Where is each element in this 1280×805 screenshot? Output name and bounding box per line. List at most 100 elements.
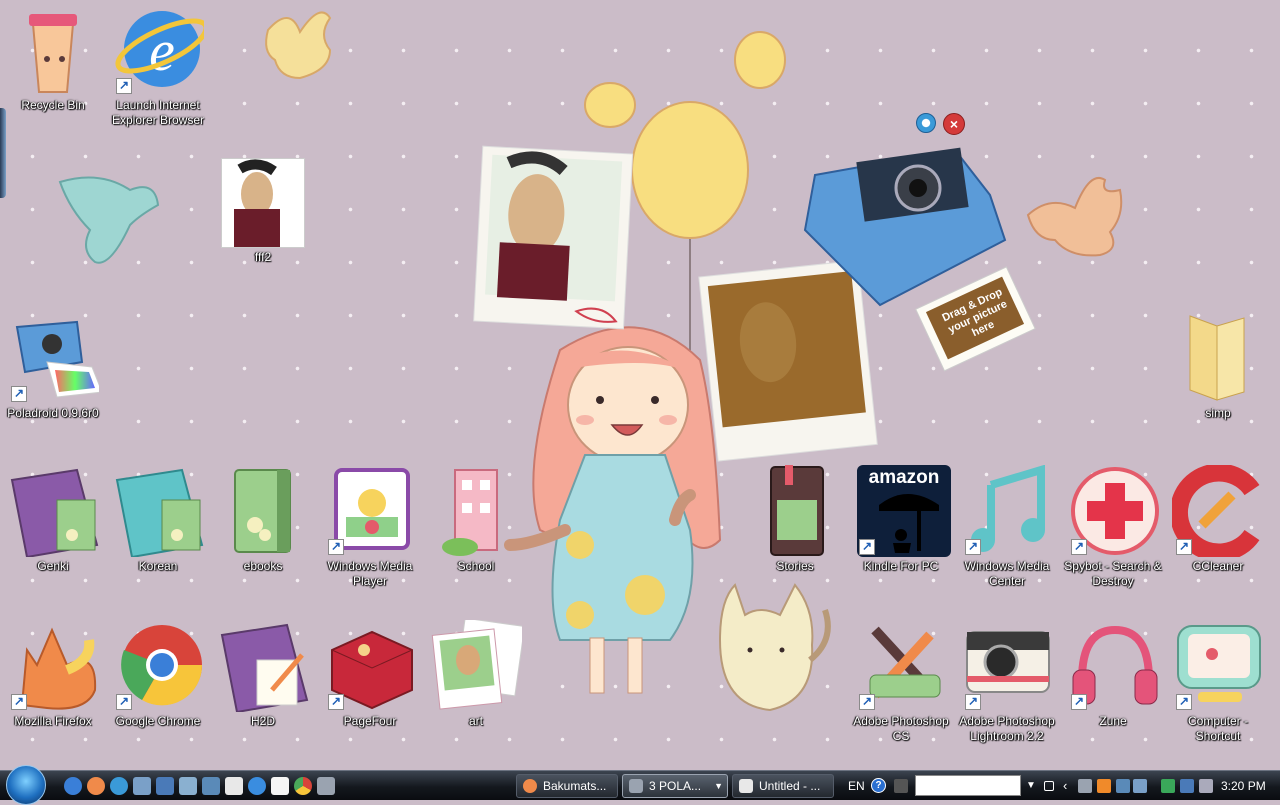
balloon-top-art bbox=[734, 31, 786, 89]
notepad-task-icon bbox=[739, 779, 753, 793]
desktop-icon-poladroid[interactable]: ↗ Poladroid 0.9.6r0 bbox=[3, 312, 103, 421]
task-button-untitled[interactable]: Untitled - ... bbox=[732, 774, 834, 798]
recycle-bin-icon bbox=[7, 4, 99, 96]
tray-orange-icon[interactable] bbox=[1097, 779, 1111, 793]
internet-explorer-icon: e ↗ bbox=[112, 4, 209, 96]
internet-explorer-quicklaunch-icon[interactable] bbox=[110, 777, 128, 795]
switch-windows-icon[interactable] bbox=[133, 777, 151, 795]
poladroid-camera-icon: ↗ bbox=[7, 312, 103, 404]
music-note-icon: ↗ bbox=[961, 464, 1053, 557]
peach-bird-art bbox=[1026, 177, 1123, 257]
spybot-label: Spybot - Search & Destroy bbox=[1064, 559, 1162, 588]
shortcut-arrow-icon: ↗ bbox=[1176, 694, 1192, 710]
window-quicklaunch-icon[interactable] bbox=[179, 777, 197, 795]
zune-label: Zune bbox=[1099, 714, 1127, 728]
desktop-icon-school[interactable]: School bbox=[426, 465, 526, 574]
genki-label: Genki bbox=[37, 559, 69, 573]
desktop-icon-firefox[interactable]: ↗ Mozilla Firefox bbox=[3, 620, 103, 729]
book-icon bbox=[749, 465, 841, 557]
desktop-icon-recycle-bin[interactable]: Recycle Bin bbox=[3, 4, 103, 113]
desktop-icon-genki[interactable]: Genki bbox=[3, 465, 103, 574]
desktop-icon-ccleaner[interactable]: ↗ CCleaner bbox=[1168, 463, 1268, 574]
h2d-label: H2D bbox=[250, 714, 275, 728]
desktop-icon-chrome[interactable]: ↗ Google Chrome bbox=[108, 620, 208, 729]
desktop-icon-simp[interactable]: simp bbox=[1168, 312, 1268, 421]
desktop-icon-h2d[interactable]: H2D bbox=[213, 620, 313, 729]
ie-small-quicklaunch-icon[interactable] bbox=[248, 777, 266, 795]
task-button-bakumatsu[interactable]: Bakumats... bbox=[516, 774, 618, 798]
tray-monitor-icon[interactable] bbox=[1133, 779, 1147, 793]
sidebar-edge-tab[interactable] bbox=[0, 108, 6, 198]
gadget-settings-button[interactable] bbox=[916, 113, 936, 133]
desktop-icon-spybot[interactable]: ↗ Spybot - Search & Destroy bbox=[1063, 465, 1163, 589]
internet-explorer-label: Launch Internet Explorer Browser bbox=[111, 98, 205, 127]
desktop-icon-windows-media-center[interactable]: ↗ Windows Media Center bbox=[957, 464, 1057, 589]
ccleaner-label: CCleaner bbox=[1192, 559, 1244, 573]
firefox-task-icon bbox=[523, 779, 537, 793]
desktop-icon-kindle[interactable]: amazon ↗ Kindle For PC bbox=[851, 465, 951, 574]
tray-shield-icon[interactable] bbox=[1161, 779, 1175, 793]
desktop-icon-pagefour[interactable]: ↗ PageFour bbox=[320, 620, 420, 729]
shortcut-arrow-icon: ↗ bbox=[116, 78, 132, 94]
search-dropdown-icon[interactable]: ▼ bbox=[1026, 771, 1036, 801]
shortcut-arrow-icon: ↗ bbox=[328, 539, 344, 555]
notepad-folder-icon bbox=[217, 620, 309, 714]
desktop-icon-computer[interactable]: ↗ Computer - Shortcut bbox=[1168, 620, 1268, 744]
task-label: Bakumats... bbox=[543, 779, 607, 793]
chevron-left-icon[interactable]: ‹ bbox=[1063, 771, 1067, 801]
network-quicklaunch-icon[interactable] bbox=[202, 777, 220, 795]
firefox-fox-icon: ↗ bbox=[7, 620, 99, 712]
desktop-icon-fff2[interactable]: fff2 bbox=[213, 158, 313, 265]
help-icon[interactable]: ? bbox=[871, 778, 886, 793]
desktop-icon-stories[interactable]: Stories bbox=[745, 465, 845, 574]
desktop-icon-internet-explorer[interactable]: e ↗ Launch Internet Explorer Browser bbox=[108, 4, 209, 128]
notepad-quicklaunch-icon[interactable] bbox=[271, 777, 289, 795]
taskbar: Bakumats... 3 POLA... ▼ Untitled - ... E… bbox=[0, 765, 1280, 805]
tray-network-status-icon[interactable] bbox=[1180, 779, 1194, 793]
tools-quicklaunch-icon[interactable] bbox=[317, 777, 335, 795]
computer-monitor-icon: ↗ bbox=[1172, 620, 1264, 712]
task-button-polaroid-group[interactable]: 3 POLA... ▼ bbox=[622, 774, 728, 798]
korean-label: Korean bbox=[138, 559, 178, 573]
chrome-quicklaunch-icon[interactable] bbox=[294, 777, 312, 795]
firefox-quicklaunch-icon[interactable] bbox=[87, 777, 105, 795]
shortcut-arrow-icon: ↗ bbox=[965, 694, 981, 710]
desktop-icon-art[interactable]: art bbox=[426, 617, 526, 729]
shortcut-arrow-icon: ↗ bbox=[859, 694, 875, 710]
cat-art bbox=[718, 583, 814, 712]
shortcut-arrow-icon: ↗ bbox=[1071, 694, 1087, 710]
desktop-icon-ebooks[interactable]: ebooks bbox=[213, 465, 313, 574]
folder-icon bbox=[1172, 312, 1264, 404]
tools-task-icon bbox=[629, 779, 643, 793]
desktop-icon-windows-media-player[interactable]: ↗ Windows Media Player bbox=[320, 465, 420, 589]
desktop-icon-zune[interactable]: ↗ Zune bbox=[1063, 620, 1163, 729]
tray-network-icon[interactable] bbox=[1116, 779, 1130, 793]
clock[interactable]: 3:20 PM bbox=[1221, 771, 1266, 801]
monitor-quicklaunch-icon[interactable] bbox=[156, 777, 174, 795]
document-quicklaunch-icon[interactable] bbox=[225, 777, 243, 795]
language-indicator[interactable]: EN bbox=[848, 771, 865, 801]
shortcut-arrow-icon: ↗ bbox=[328, 694, 344, 710]
computer-label: Computer - Shortcut bbox=[1187, 714, 1249, 743]
lightroom-label: Adobe Photoshop Lightroom 2.2 bbox=[959, 714, 1055, 743]
minimize-all-icon[interactable] bbox=[1044, 781, 1054, 791]
paintbrush-icon: ↗ bbox=[855, 620, 947, 712]
fff2-label: fff2 bbox=[254, 250, 272, 264]
start-button[interactable] bbox=[6, 765, 46, 805]
taskbar-search-input[interactable] bbox=[915, 775, 1021, 796]
media-player-icon: ↗ bbox=[324, 465, 416, 557]
task-label: 3 POLA... bbox=[649, 779, 702, 793]
tray-volume-icon[interactable] bbox=[1199, 779, 1213, 793]
jewelry-box-icon: ↗ bbox=[324, 620, 416, 712]
simp-label: simp bbox=[1205, 406, 1231, 420]
gadget-close-button[interactable]: × bbox=[943, 113, 965, 135]
language-options-icon[interactable] bbox=[894, 779, 908, 793]
show-desktop-icon[interactable] bbox=[64, 777, 82, 795]
desktop-icon-lightroom[interactable]: ↗ Adobe Photoshop Lightroom 2.2 bbox=[957, 620, 1057, 744]
tray-tool-icon[interactable] bbox=[1078, 779, 1092, 793]
desktop-icon-photoshop[interactable]: ↗ Adobe Photoshop CS bbox=[851, 620, 951, 744]
spybot-cross-icon: ↗ bbox=[1067, 465, 1159, 557]
polaroid-photo-developing bbox=[698, 259, 878, 462]
shortcut-arrow-icon: ↗ bbox=[116, 694, 132, 710]
desktop-icon-korean[interactable]: Korean bbox=[108, 465, 208, 574]
